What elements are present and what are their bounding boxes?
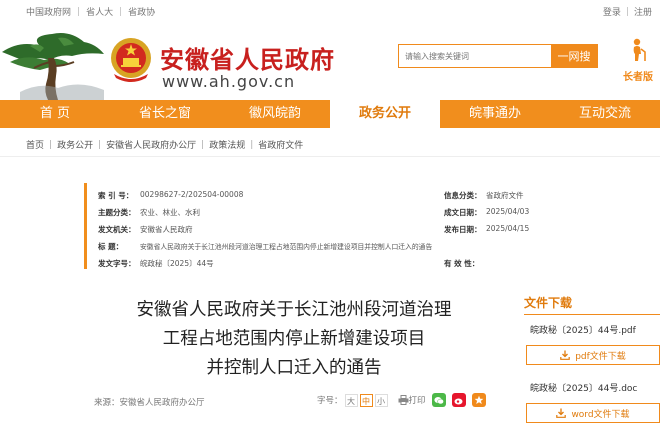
article-title-line: 并控制人口迁入的通告 <box>206 358 382 378</box>
meta-label: 信息分类： <box>444 191 482 200</box>
print-label: 打印 <box>408 396 426 406</box>
breadcrumb: 首页 | 政务公开 | 安徽省人民政府办公厅 | 政策法规 | 省政府文件 <box>26 138 303 152</box>
register-link[interactable]: 注册 <box>634 5 652 18</box>
site-url: www.ah.gov.cn <box>162 72 296 91</box>
site-header: 安徽省人民政府 www.ah.gov.cn 一网搜 长者版 <box>0 20 660 100</box>
separator: | <box>119 6 123 17</box>
nav-item-governor[interactable]: 省长之窗 <box>110 100 220 128</box>
separator: | <box>201 139 205 150</box>
login-link[interactable]: 登录 <box>603 5 621 18</box>
meta-value: 2025/04/15 <box>486 224 530 233</box>
meta-value: 农业、林业、水利 <box>140 208 200 217</box>
download-icon <box>556 408 567 418</box>
downloads-panel: 文件下载 皖政秘〔2025〕44号.pdf pdf文件下载 皖政秘〔2025〕4… <box>516 294 660 423</box>
download-icon <box>560 350 570 360</box>
separator: | <box>49 139 53 150</box>
meta-label: 标 题： <box>98 242 124 251</box>
breadcrumb-home[interactable]: 首页 <box>26 138 44 151</box>
breadcrumb-general-office[interactable]: 安徽省人民政府办公厅 <box>106 138 196 151</box>
elder-mode-button[interactable]: 长者版 <box>618 38 658 83</box>
meta-label: 索 引 号： <box>98 191 134 200</box>
meta-label: 发布日期： <box>444 225 482 234</box>
print-button[interactable]: 打印 <box>398 394 426 406</box>
search-box: 一网搜 <box>398 44 598 68</box>
font-size-medium[interactable]: 中 <box>359 393 373 407</box>
wechat-share-icon[interactable] <box>431 393 446 407</box>
site-title[interactable]: 安徽省人民政府 <box>160 40 335 75</box>
search-input[interactable] <box>399 45 549 67</box>
meta-value: 安徽省人民政府 <box>140 225 193 234</box>
nav-item-interaction[interactable]: 互动交流 <box>550 100 660 128</box>
weibo-share-icon[interactable] <box>451 393 466 407</box>
top-links: 中国政府网 | 省人大 | 省政协 <box>26 5 155 19</box>
pdf-download-button[interactable]: pdf文件下载 <box>526 345 660 365</box>
meta-value: 2025/04/03 <box>486 207 530 216</box>
elder-mode-label: 长者版 <box>623 72 653 83</box>
font-size-label: 字号： <box>317 396 343 406</box>
separator: | <box>250 139 254 150</box>
meta-label: 发文字号： <box>98 259 136 268</box>
national-emblem-icon <box>111 38 151 82</box>
document-meta: 索 引 号： 00298627-2/202504-00008 信息分类： 省政府… <box>84 186 529 268</box>
pdf-download-label: pdf文件下载 <box>575 351 626 362</box>
nav-item-services[interactable]: 皖事通办 <box>440 100 550 128</box>
separator: | <box>98 139 102 150</box>
wechat-glyph-icon <box>433 396 444 404</box>
printer-icon <box>398 395 409 405</box>
main-nav: 首 页 省长之窗 徽风皖韵 政务公开 皖事通办 互动交流 <box>0 100 660 128</box>
star-icon <box>474 395 483 404</box>
link-provincial-congress[interactable]: 省人大 <box>86 5 113 18</box>
word-download-label: word文件下载 <box>571 409 630 420</box>
meta-value: 安徽省人民政府关于长江池州段河道治理工程占地范围内停止新增建设项目并控制人口迁入… <box>140 243 433 251</box>
meta-value: 00298627-2/202504-00008 <box>140 190 244 199</box>
meta-label: 成文日期： <box>444 208 482 217</box>
divider <box>0 156 660 157</box>
meta-row: 标 题： 安徽省人民政府关于长江池州段河道治理工程占地范围内停止新增建设项目并控… <box>84 241 504 255</box>
article-title-line: 安徽省人民政府关于长江池州段河道治理 <box>136 300 452 320</box>
meta-row: 发文字号： 皖政秘〔2025〕44号 有 效 性： <box>84 258 504 272</box>
breadcrumb-province-docs[interactable]: 省政府文件 <box>258 138 303 151</box>
nav-item-home[interactable]: 首 页 <box>0 100 110 128</box>
divider <box>524 314 660 315</box>
separator: | <box>625 6 629 17</box>
meta-row: 发文机关： 安徽省人民政府 发布日期： 2025/04/15 <box>84 224 529 238</box>
meta-row: 主题分类： 农业、林业、水利 成文日期： 2025/04/03 <box>84 207 529 221</box>
breadcrumb-policy[interactable]: 政策法规 <box>209 138 245 151</box>
breadcrumb-government-affairs[interactable]: 政务公开 <box>57 138 93 151</box>
word-download-button[interactable]: word文件下载 <box>526 403 660 423</box>
article-source: 来源：安徽省人民政府办公厅 <box>94 398 205 408</box>
link-gov-cn[interactable]: 中国政府网 <box>26 5 71 18</box>
meta-label: 发文机关： <box>98 225 136 234</box>
meta-label: 有 效 性： <box>444 259 480 268</box>
nav-item-government-affairs[interactable]: 政务公开 <box>330 100 440 128</box>
elder-person-icon <box>633 38 646 61</box>
downloads-heading: 文件下载 <box>524 296 573 310</box>
article-tools: 字号： 大 中 小 打印 <box>317 393 486 407</box>
meta-value: 皖政秘〔2025〕44号 <box>140 259 214 268</box>
top-bar: 中国政府网 | 省人大 | 省政协 登录 | 注册 <box>0 0 660 20</box>
separator: | <box>77 6 81 17</box>
link-cppcc[interactable]: 省政协 <box>128 5 155 18</box>
meta-value: 省政府文件 <box>486 191 524 200</box>
weibo-glyph-icon <box>454 398 463 404</box>
meta-row: 索 引 号： 00298627-2/202504-00008 信息分类： 省政府… <box>84 190 524 204</box>
article-title: 安徽省人民政府关于长江池州段河道治理 工程占地范围内停止新增建设项目 并控制人口… <box>84 296 504 383</box>
pine-tree-logo-icon <box>2 33 104 100</box>
account-links: 登录 | 注册 <box>603 5 652 19</box>
qzone-share-icon[interactable] <box>471 393 486 407</box>
font-size-large[interactable]: 大 <box>344 393 358 407</box>
meta-label: 主题分类： <box>98 208 136 217</box>
font-size-small[interactable]: 小 <box>374 393 388 407</box>
search-button[interactable]: 一网搜 <box>551 45 597 67</box>
download-file-name: 皖政秘〔2025〕44号.doc <box>530 384 638 394</box>
article-title-line: 工程占地范围内停止新增建设项目 <box>162 329 426 349</box>
download-file-name: 皖政秘〔2025〕44号.pdf <box>530 326 636 336</box>
nav-item-culture[interactable]: 徽风皖韵 <box>220 100 330 128</box>
